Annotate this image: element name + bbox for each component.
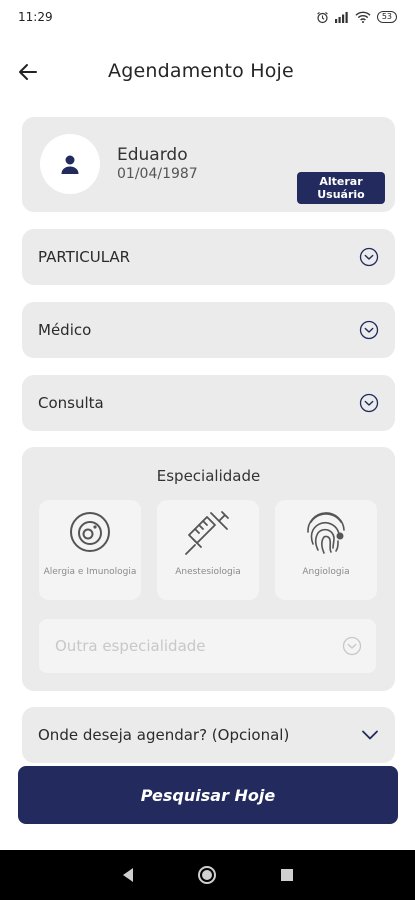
status-time: 11:29 [18, 10, 53, 24]
chevron-down-icon [362, 730, 378, 740]
back-nav-icon[interactable] [121, 867, 135, 883]
user-card: Eduardo 01/04/1987 Alterar Usuário [22, 117, 395, 212]
fingerprint-icon [307, 512, 345, 554]
allergy-icon [70, 512, 110, 552]
professional-select[interactable]: Médico [22, 302, 395, 358]
specialty-card: Especialidade Alergia e Imunologia Anest… [22, 447, 395, 691]
specialty-tile-label: Anestesiologia [175, 567, 241, 577]
recents-nav-icon[interactable] [280, 868, 294, 882]
back-button[interactable] [14, 58, 42, 86]
plan-select-label: PARTICULAR [38, 248, 131, 266]
change-user-button[interactable]: Alterar Usuário [297, 172, 385, 204]
system-nav-bar [0, 850, 415, 900]
appointment-type-select[interactable]: Consulta [22, 375, 395, 431]
status-icons: 53 [316, 11, 397, 24]
chevron-down-circle-icon [342, 636, 362, 656]
search-today-button[interactable]: Pesquisar Hoje [18, 766, 398, 824]
specialty-tile-angiology[interactable]: Angiologia [275, 500, 377, 600]
chevron-down-circle-icon [359, 393, 379, 413]
page-title: Agendamento Hoje [108, 60, 294, 82]
chevron-down-circle-icon [359, 320, 379, 340]
other-specialty-placeholder: Outra especialidade [55, 637, 206, 655]
user-birthdate: 01/04/1987 [117, 166, 198, 182]
alarm-icon [316, 11, 328, 23]
chevron-down-circle-icon [359, 247, 379, 267]
specialty-tile-label: Alergia e Imunologia [43, 567, 137, 577]
status-bar: 11:29 53 [0, 0, 415, 34]
specialty-title: Especialidade [156, 467, 261, 485]
signal-icon [334, 12, 348, 23]
professional-select-label: Médico [38, 321, 92, 339]
plan-select[interactable]: PARTICULAR [22, 229, 395, 285]
person-icon [61, 155, 79, 174]
arrow-left-icon [19, 64, 37, 80]
other-specialty-select[interactable]: Outra especialidade [39, 619, 376, 673]
user-name: Eduardo [117, 145, 188, 165]
location-select-label: Onde deseja agendar? (Opcional) [38, 726, 290, 744]
avatar [40, 134, 100, 194]
home-nav-icon[interactable] [197, 865, 217, 885]
location-select[interactable]: Onde deseja agendar? (Opcional) [22, 707, 395, 763]
syringe-icon [185, 511, 229, 555]
specialty-tile-allergy[interactable]: Alergia e Imunologia [39, 500, 141, 600]
header: Agendamento Hoje [0, 52, 415, 92]
battery-icon: 53 [376, 11, 397, 23]
specialty-tile-anesthesiology[interactable]: Anestesiologia [157, 500, 259, 600]
wifi-icon [355, 11, 371, 23]
appointment-type-label: Consulta [38, 394, 104, 412]
specialty-tile-label: Angiologia [302, 567, 350, 577]
